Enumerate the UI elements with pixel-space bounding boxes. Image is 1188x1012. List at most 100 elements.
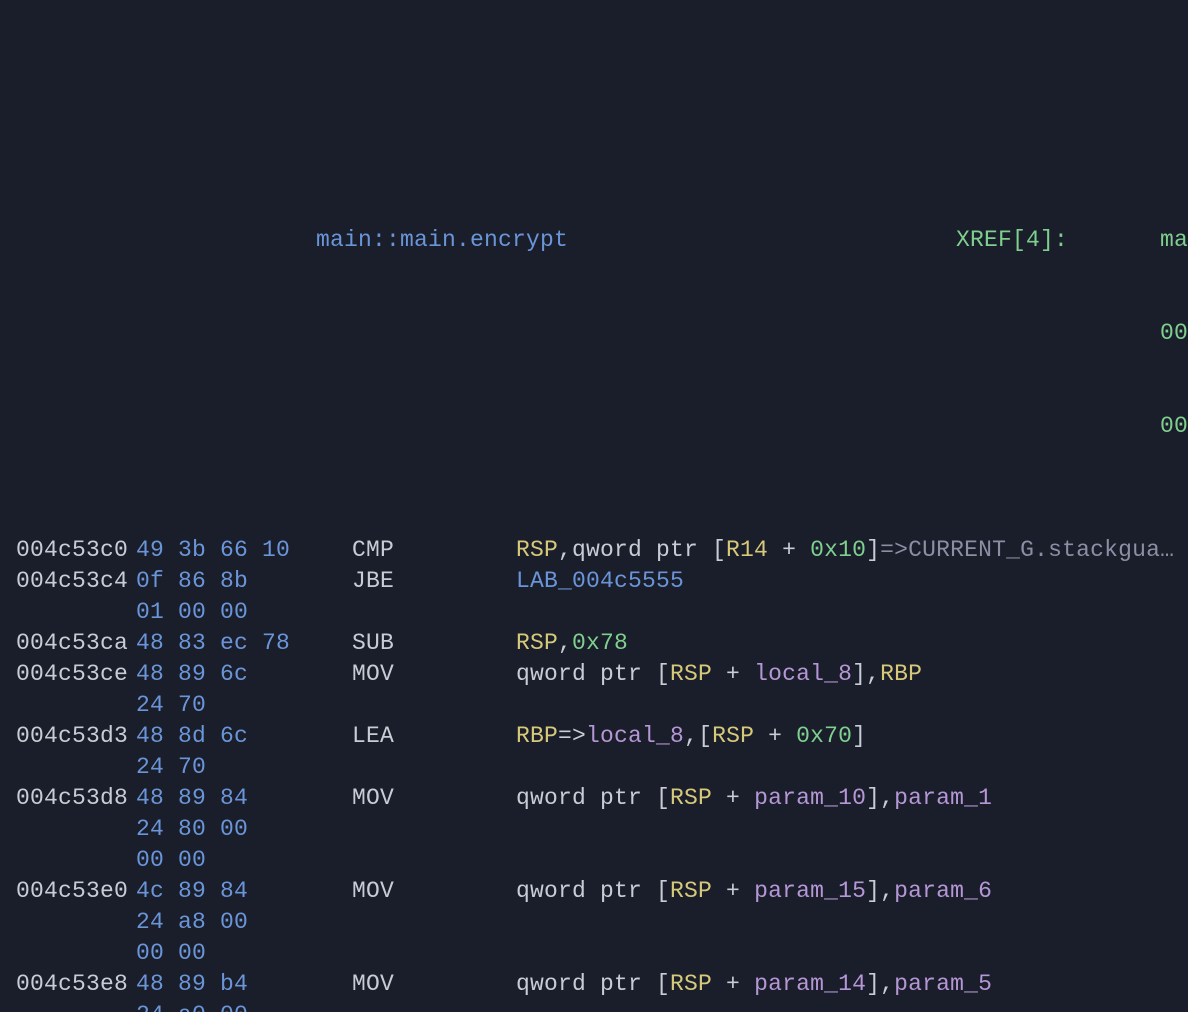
xref-right-1[interactable]: 00 — [1160, 318, 1188, 349]
operand-token: 0x70 — [796, 723, 852, 749]
disasm-row[interactable]: 004c53ce 48 89 6c MOV qword ptr [RSP + loca… — [16, 659, 1188, 690]
bytes: 24 70 — [136, 690, 206, 721]
operand-token: + — [768, 537, 810, 563]
bytes: 49 3b 66 10 — [136, 535, 290, 566]
mnemonic: MOV — [352, 876, 394, 907]
bytes: 00 00 — [136, 845, 206, 876]
disasm-row[interactable]: 004c53ca 48 83 ec 78 SUB RSP,0x78 — [16, 628, 1188, 659]
disasm-row[interactable]: 004c53c0 49 3b 66 10 CMP RSP,qword ptr [R14… — [16, 535, 1188, 566]
address[interactable]: 004c53d3 — [16, 721, 128, 752]
operand-token: + — [712, 878, 754, 904]
function-name[interactable]: main::main.encrypt — [316, 225, 568, 256]
address[interactable]: 004c53e0 — [16, 876, 128, 907]
operand-token: ,qword ptr [ — [558, 537, 726, 563]
address[interactable]: 004c53c4 — [16, 566, 128, 597]
operand-token: qword ptr [ — [516, 878, 670, 904]
disasm-row[interactable]: 004c53d348 8d 6cLEARBP=>local_8,[RSP + 0… — [16, 721, 1188, 752]
bytes: 4c 89 84 — [136, 876, 248, 907]
address[interactable]: 004c53ce — [16, 659, 128, 690]
operand-token[interactable]: param_10 — [754, 785, 866, 811]
disasm-row[interactable]: 004c53e0 4c 89 84 MOV qword ptr [RSP + para… — [16, 876, 1188, 907]
xref-right-0[interactable]: ma — [1160, 225, 1188, 256]
operand-token: RSP — [670, 878, 712, 904]
operand-token: => — [558, 723, 586, 749]
operand-token: , — [558, 630, 572, 656]
operand-token[interactable]: param_5 — [894, 971, 992, 997]
operand-token: + — [712, 661, 754, 687]
operand-token[interactable]: LAB_004c5555 — [516, 568, 684, 594]
operand-token: ] — [852, 723, 866, 749]
operand-token: + — [712, 785, 754, 811]
listing-header-2: 00 — [16, 318, 1188, 349]
address[interactable]: 004c53d8 — [16, 783, 128, 814]
mnemonic: MOV — [352, 659, 394, 690]
operands[interactable]: LAB_004c5555 — [516, 566, 684, 597]
bytes: 24 70 — [136, 752, 206, 783]
operand-token: ], — [852, 661, 880, 687]
bytes: 24 a0 00 — [136, 1000, 248, 1012]
bytes: 48 89 6c — [136, 659, 248, 690]
disasm-row[interactable]: 01 00 00 — [16, 597, 1188, 628]
operand-token[interactable]: param_14 — [754, 971, 866, 997]
disasm-row[interactable]: 24 a8 00 — [16, 907, 1188, 938]
bytes: 24 80 00 — [136, 814, 248, 845]
operand-token: RSP — [516, 630, 558, 656]
address[interactable]: 004c53e8 — [16, 969, 128, 1000]
operand-token: ], — [866, 971, 894, 997]
operand-token: ], — [866, 785, 894, 811]
operand-token[interactable]: param_15 — [754, 878, 866, 904]
disasm-row[interactable]: 24 80 00 — [16, 814, 1188, 845]
operand-token: RSP — [712, 723, 754, 749]
operand-token: 0x78 — [572, 630, 628, 656]
operands[interactable]: qword ptr [RSP + local_8],RBP — [516, 659, 922, 690]
address[interactable]: 004c53c0 — [16, 535, 128, 566]
operand-token: ], — [866, 878, 894, 904]
operands[interactable]: RBP=>local_8,[RSP + 0x70] — [516, 721, 866, 752]
mnemonic: SUB — [352, 628, 394, 659]
operand-token: ,[ — [684, 723, 712, 749]
bytes: 0f 86 8b — [136, 566, 248, 597]
operands[interactable]: RSP,0x78 — [516, 628, 628, 659]
bytes: 48 89 b4 — [136, 969, 248, 1000]
operand-token: RBP — [880, 661, 922, 687]
operands[interactable]: RSP,qword ptr [R14 + 0x10]=>CURRENT_G.st… — [516, 535, 1174, 566]
mnemonic: MOV — [352, 969, 394, 1000]
disasm-row[interactable]: 004c53c4 0f 86 8b JBE LAB_004c5555 — [16, 566, 1188, 597]
operands[interactable]: qword ptr [RSP + param_15],param_6 — [516, 876, 992, 907]
bytes: 48 83 ec 78 — [136, 628, 290, 659]
xref-label[interactable]: XREF[4]: — [956, 225, 1068, 256]
operand-token: qword ptr [ — [516, 661, 670, 687]
mnemonic: CMP — [352, 535, 394, 566]
disasm-row[interactable]: 004c53e8 48 89 b4 MOV qword ptr [RSP + para… — [16, 969, 1188, 1000]
disasm-row[interactable]: 00 00 — [16, 938, 1188, 969]
bytes: 01 00 00 — [136, 597, 248, 628]
operand-token: RSP — [670, 785, 712, 811]
operand-token[interactable]: param_1 — [894, 785, 992, 811]
operand-token[interactable]: param_6 — [894, 878, 992, 904]
address[interactable]: 004c53ca — [16, 628, 128, 659]
operands[interactable]: qword ptr [RSP + param_10],param_1 — [516, 783, 992, 814]
disasm-row[interactable]: 24 70 — [16, 690, 1188, 721]
operand-token: + — [712, 971, 754, 997]
listing-header: main::main.encrypt XREF[4]: ma — [16, 225, 1188, 256]
operand-token: RBP — [516, 723, 558, 749]
disasm-row[interactable]: 004c53d848 89 84MOVqword ptr [RSP + para… — [16, 783, 1188, 814]
operand-token: qword ptr [ — [516, 971, 670, 997]
disasm-row[interactable]: 00 00 — [16, 845, 1188, 876]
disasm-row[interactable]: 24 70 — [16, 752, 1188, 783]
operand-token[interactable]: local_8 — [754, 661, 852, 687]
operand-token: =>CURRENT_G.stackgua… — [880, 537, 1174, 563]
xref-right-2[interactable]: 00 — [1160, 411, 1188, 442]
bytes: 00 00 — [136, 938, 206, 969]
operands[interactable]: qword ptr [RSP + param_14],param_5 — [516, 969, 992, 1000]
mnemonic: LEA — [352, 721, 394, 752]
bytes: 48 89 84 — [136, 783, 248, 814]
operand-token: RSP — [670, 971, 712, 997]
operand-token: R14 — [726, 537, 768, 563]
disasm-row[interactable]: 24 a0 00 — [16, 1000, 1188, 1012]
mnemonic: JBE — [352, 566, 394, 597]
operand-token[interactable]: local_8 — [586, 723, 684, 749]
operand-token: 0x10 — [810, 537, 866, 563]
disassembly-listing[interactable]: main::main.encrypt XREF[4]: ma 00 00 004… — [0, 124, 1188, 1012]
operand-token: RSP — [670, 661, 712, 687]
